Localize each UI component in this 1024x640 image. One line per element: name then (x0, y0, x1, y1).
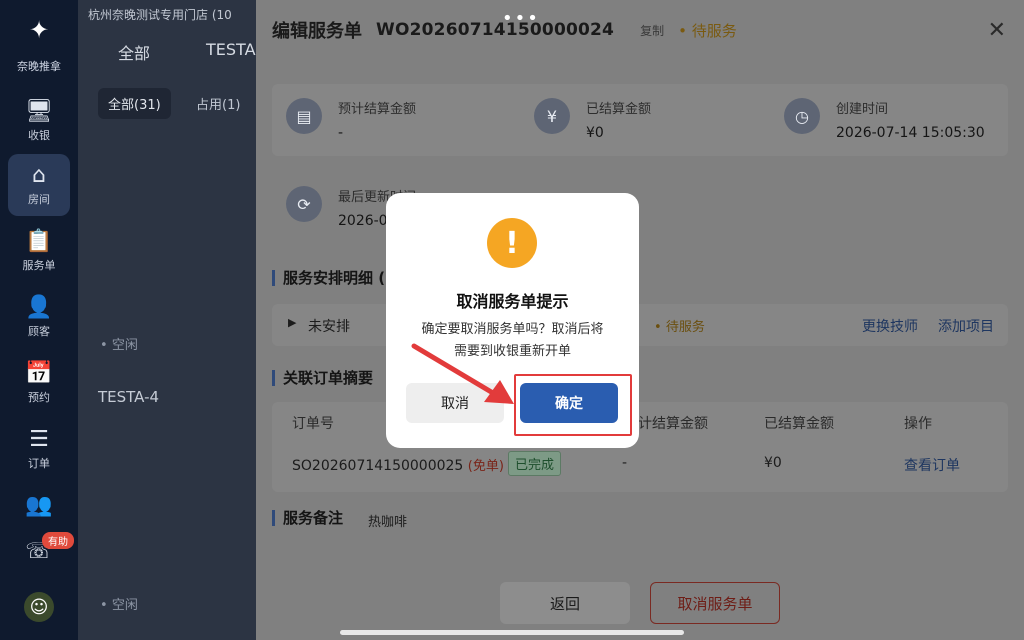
nav-item-cashier[interactable]: 🖥 收银 (8, 90, 70, 152)
nav-item-service-orders[interactable]: 📋 服务单 (8, 220, 70, 282)
brand-logo: ✦ (28, 16, 50, 44)
clipboard-icon: 📋 (25, 228, 53, 254)
nav-label: 顾客 (28, 324, 50, 338)
help-badge: 有助 (42, 532, 74, 549)
add-item-link[interactable]: 添加项目 (938, 316, 994, 336)
nav-label: 订单 (28, 456, 50, 470)
view-order-link[interactable]: 查看订单 (904, 455, 960, 475)
close-icon[interactable]: ✕ (988, 18, 1006, 43)
nav-item-customers[interactable]: 👤 顾客 (8, 286, 70, 348)
col-action: 操作 (904, 416, 932, 432)
room-status-idle: • 空闲 (100, 598, 138, 613)
order-number: WO20260714150000024 (376, 20, 615, 40)
yen-icon: ¥ (534, 98, 570, 134)
settled-amount: ¥0 (764, 455, 782, 471)
nav-label: 预约 (28, 390, 50, 404)
completed-badge: 已完成 (508, 451, 562, 476)
warning-icon: ! (487, 218, 537, 268)
avatar[interactable]: ☺ (24, 592, 54, 622)
calendar-icon: 📅 (25, 360, 53, 386)
free-tag: (免单) (467, 459, 504, 474)
nav-rail: ✦ 奈晚推拿 🖥 收银 ⌂ 房间 📋 服务单 👤 顾客 📅 预约 ☰ 订单 👥 … (0, 0, 78, 640)
nav-item-booking[interactable]: 📅 预约 (8, 352, 70, 414)
col-settled: 已结算金额 (764, 416, 834, 432)
idle-label: 空闲 (111, 598, 138, 613)
pending-label: 待服务 (665, 320, 705, 335)
filter-all-chip[interactable]: 全部(31) (98, 88, 171, 119)
drawer-title: 编辑服务单 (272, 21, 362, 42)
copy-link[interactable]: 复制 (640, 22, 664, 39)
clock-icon: ◷ (784, 98, 820, 134)
cancel-service-order-button[interactable]: 取消服务单 (650, 582, 780, 624)
nav-label: 服务单 (22, 258, 56, 272)
user-icon: 👤 (25, 294, 53, 320)
edit-service-order-drawer: ••• 编辑服务单 WO20260714150000024 复制 待服务 ✕ ▤… (256, 0, 1024, 640)
stat-label: 预计结算金额 (338, 102, 417, 117)
pointer-arrow-icon (411, 343, 514, 404)
unassigned-label: 未安排 (308, 319, 350, 335)
remark-section-title: 服务备注 (272, 510, 343, 526)
stat-label: 创建时间 (836, 102, 889, 117)
tab-testa[interactable]: TESTA (206, 40, 256, 64)
bill-icon: ▤ (286, 98, 322, 134)
expand-chevron-icon[interactable]: ▶ (288, 316, 296, 329)
dialog-message-line: 确定要取消服务单吗？取消后将 (421, 322, 604, 337)
stat-settled: ¥ 已结算金额 ¥0 (534, 98, 651, 141)
stat-value: ¥0 (586, 125, 604, 141)
orders-section-title: 关联订单摘要 (272, 370, 373, 386)
stat-created: ◷ 创建时间 2026-07-14 15:05:30 (784, 98, 985, 141)
filter-occupied-chip[interactable]: 占用(1) (186, 88, 250, 119)
home-icon: ⌂ (32, 162, 46, 188)
change-technician-link[interactable]: 更换技师 (862, 316, 918, 336)
room-tabs: 全部 TESTA (118, 40, 256, 64)
dialog-title: 取消服务单提示 (456, 292, 569, 311)
drawer-header: 编辑服务单 WO20260714150000024 复制 待服务 ✕ (256, 0, 1024, 60)
col-expected: 计结算金额 (638, 416, 708, 432)
tab-all[interactable]: 全部 (118, 40, 150, 64)
remark-value: 热咖啡 (368, 515, 408, 530)
idle-label: 空闲 (111, 338, 138, 353)
list-icon: ☰ (29, 426, 49, 452)
back-button[interactable]: 返回 (500, 582, 630, 624)
expected-amount: - (622, 455, 628, 471)
stat-value: 2026-07-14 15:05:30 (836, 125, 985, 141)
nav-item-orders[interactable]: ☰ 订单 (8, 418, 70, 480)
room-name[interactable]: TESTA-4 (98, 388, 159, 406)
stat-label: 已结算金额 (586, 102, 652, 117)
room-status-idle: • 空闲 (100, 338, 138, 353)
brand-name: 奈晚推拿 (17, 60, 61, 73)
nav-label: 收银 (28, 128, 50, 142)
stat-value: - (338, 125, 344, 141)
home-indicator (340, 630, 684, 635)
nav-item-rooms[interactable]: ⌂ 房间 (8, 154, 70, 216)
order-no-text: SO20260714150000025 (292, 458, 464, 474)
status-badge: 待服务 (678, 20, 737, 41)
col-order-no: 订单号 (292, 416, 334, 432)
refresh-icon: ⟳ (286, 186, 322, 222)
stat-expected: ▤ 预计结算金额 - (286, 98, 416, 141)
highlight-box (514, 374, 632, 436)
schedule-section-title: 服务安排明细 ( (272, 270, 385, 286)
users-icon: 👥 (25, 492, 53, 518)
linked-order-number: SO20260714150000025 (免单) (292, 455, 504, 474)
nav-label: 房间 (28, 192, 50, 206)
monitor-icon: 🖥 (25, 98, 53, 124)
schedule-status: • 待服务 (654, 320, 705, 335)
store-name: 杭州奈晚测试专用门店 (10 (88, 8, 232, 22)
